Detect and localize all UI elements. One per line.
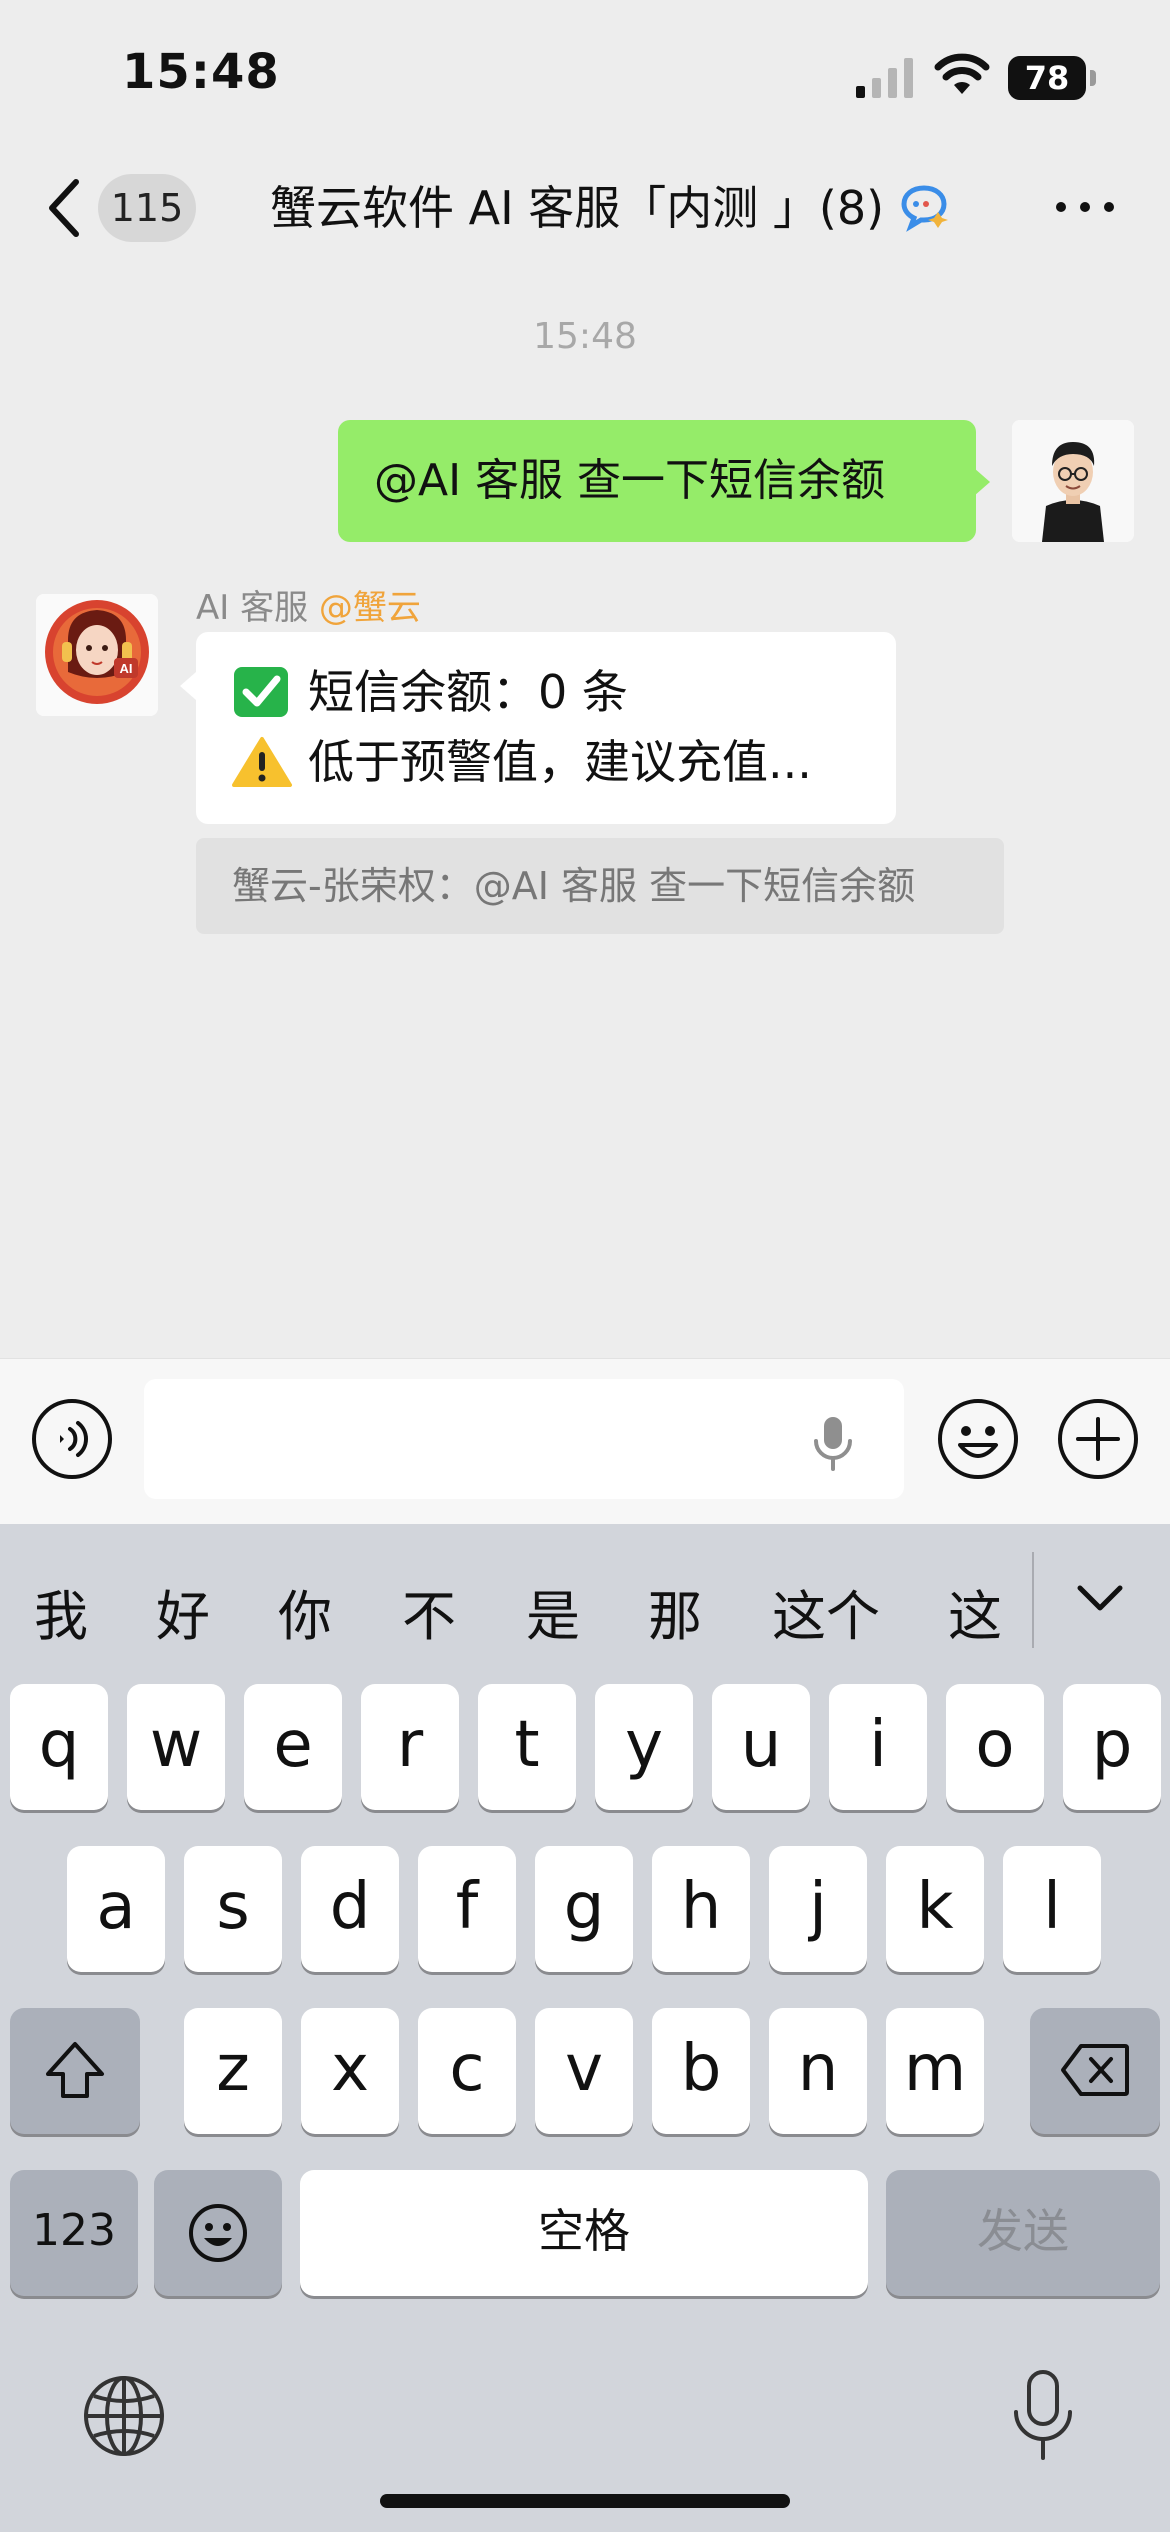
ai-agent-avatar[interactable]: AI	[36, 594, 158, 716]
warning-text: 低于预警值，建议充值...	[308, 735, 812, 789]
candidate-divider	[1032, 1552, 1034, 1648]
sender-name: AI 客服 @蟹云	[196, 580, 421, 629]
message-timestamp: 15:48	[533, 316, 637, 357]
ai-group-chat-icon	[901, 185, 948, 232]
svg-text:AI: AI	[120, 661, 133, 676]
delete-key[interactable]	[1030, 2008, 1160, 2134]
my-avatar[interactable]	[1012, 420, 1134, 542]
emoji-face-icon	[189, 2204, 247, 2262]
numbers-key[interactable]: 123	[10, 2170, 138, 2296]
key-k[interactable]: k	[886, 1846, 984, 1972]
cartoon-man-avatar-icon	[1012, 420, 1134, 542]
candidate-word[interactable]: 不	[402, 1572, 456, 1651]
keyboard: 我 好 你 不 是 那 这个 这 q w e r t y u i o p a s…	[0, 1524, 1170, 2532]
status-time: 15:48	[122, 44, 280, 100]
cellular-signal-icon	[856, 58, 913, 98]
key-q[interactable]: q	[10, 1684, 108, 1810]
ai-girl-avatar-icon: AI	[36, 594, 158, 716]
plus-icon[interactable]	[1056, 1397, 1140, 1481]
more-options-icon[interactable]	[1050, 186, 1120, 226]
voice-input-toggle-icon[interactable]	[30, 1397, 114, 1481]
space-key[interactable]: 空格	[300, 2170, 868, 2296]
key-g[interactable]: g	[535, 1846, 633, 1972]
candidate-word[interactable]: 你	[278, 1572, 332, 1651]
key-f[interactable]: f	[418, 1846, 516, 1972]
home-indicator[interactable]	[380, 2494, 790, 2508]
check-mark-icon	[234, 666, 288, 717]
key-l[interactable]: l	[1003, 1846, 1101, 1972]
emoji-key[interactable]	[154, 2170, 282, 2296]
candidate-word[interactable]: 是	[526, 1572, 580, 1651]
sender-mention[interactable]: @蟹云	[319, 588, 421, 628]
balance-text: 短信余额：0 条	[308, 665, 628, 719]
dictation-microphone-icon[interactable]	[1010, 2368, 1076, 2464]
unread-count-badge[interactable]: 115	[98, 174, 196, 242]
key-o[interactable]: o	[946, 1684, 1044, 1810]
key-i[interactable]: i	[829, 1684, 927, 1810]
sent-bubble-tail	[974, 468, 990, 496]
candidate-word[interactable]: 这	[948, 1572, 1002, 1651]
shift-key[interactable]	[10, 2008, 140, 2134]
key-d[interactable]: d	[301, 1846, 399, 1972]
microphone-icon[interactable]	[810, 1413, 856, 1473]
key-z[interactable]: z	[184, 2008, 282, 2134]
back-chevron-icon[interactable]	[40, 172, 90, 244]
received-message-bubble[interactable]: 短信余额：0 条 低于预警值，建议充值...	[196, 632, 896, 824]
key-r[interactable]: r	[361, 1684, 459, 1810]
key-e[interactable]: e	[244, 1684, 342, 1810]
key-u[interactable]: u	[712, 1684, 810, 1810]
backspace-icon	[1061, 2044, 1129, 2096]
key-x[interactable]: x	[301, 2008, 399, 2134]
sender-name-label: AI 客服	[196, 588, 309, 628]
key-b[interactable]: b	[652, 2008, 750, 2134]
candidate-word[interactable]: 我	[34, 1572, 88, 1651]
battery-indicator: 78	[1008, 56, 1098, 100]
key-n[interactable]: n	[769, 2008, 867, 2134]
key-j[interactable]: j	[769, 1846, 867, 1972]
warning-line: 低于预警值，建议充值...	[232, 730, 812, 794]
wifi-icon	[934, 53, 990, 94]
key-p[interactable]: p	[1063, 1684, 1161, 1810]
received-bubble-tail	[180, 672, 196, 700]
sent-message-bubble[interactable]: @AI 客服 查一下短信余额	[338, 420, 976, 542]
chevron-down-icon[interactable]	[1070, 1576, 1130, 1620]
emoji-icon[interactable]	[936, 1397, 1020, 1481]
quoted-message[interactable]: 蟹云-张荣权：@AI 客服 查一下短信余额	[196, 838, 1004, 934]
key-c[interactable]: c	[418, 2008, 516, 2134]
candidate-word[interactable]: 好	[156, 1572, 210, 1651]
battery-level: 78	[1024, 59, 1070, 97]
chat-title[interactable]: 蟹云软件 AI 客服「内测 」(8)	[270, 176, 910, 240]
warning-icon	[232, 736, 292, 787]
candidate-bar: 我 好 你 不 是 那 这个 这	[0, 1524, 1170, 1674]
send-key[interactable]: 发送	[886, 2170, 1160, 2296]
input-bar	[0, 1358, 1170, 1524]
key-m[interactable]: m	[886, 2008, 984, 2134]
message-input[interactable]	[144, 1379, 904, 1499]
shift-arrow-icon	[46, 2042, 104, 2098]
key-y[interactable]: y	[595, 1684, 693, 1810]
key-a[interactable]: a	[67, 1846, 165, 1972]
key-h[interactable]: h	[652, 1846, 750, 1972]
key-w[interactable]: w	[127, 1684, 225, 1810]
candidate-word[interactable]: 这个	[772, 1572, 880, 1651]
globe-icon[interactable]	[82, 2374, 166, 2458]
balance-line: 短信余额：0 条	[232, 660, 628, 724]
candidate-word[interactable]: 那	[648, 1572, 702, 1651]
key-t[interactable]: t	[478, 1684, 576, 1810]
key-s[interactable]: s	[184, 1846, 282, 1972]
key-v[interactable]: v	[535, 2008, 633, 2134]
